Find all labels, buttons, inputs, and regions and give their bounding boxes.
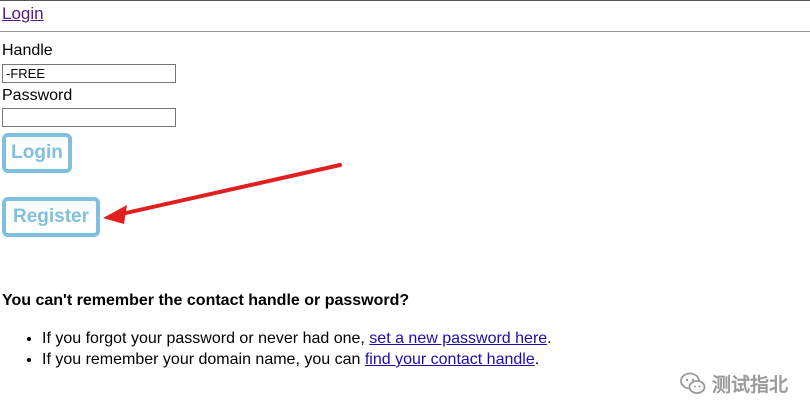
arrow-shaft: [115, 163, 342, 217]
watermark-text: 测试指北: [711, 374, 788, 396]
find-contact-handle-link[interactable]: find your contact handle: [365, 351, 535, 368]
handle-label: Handle: [2, 42, 53, 59]
list-item: If you remember your domain name, you ca…: [42, 349, 552, 370]
wechat-icon: [680, 372, 706, 394]
handle-input[interactable]: [2, 64, 176, 83]
help-item-suffix: .: [534, 351, 540, 368]
divider: [0, 31, 810, 32]
login-link[interactable]: Login: [2, 4, 44, 24]
help-item-text: If you forgot your password or never had…: [42, 330, 370, 347]
help-heading: You can't remember the contact handle or…: [2, 292, 410, 309]
top-border: [0, 0, 810, 1]
set-new-password-link[interactable]: set a new password here: [369, 330, 547, 347]
password-input[interactable]: [2, 108, 176, 127]
help-item-text: If you remember your domain name, you ca…: [42, 351, 365, 368]
help-item-suffix: .: [547, 330, 552, 347]
page: Login Handle Password Login Register You…: [0, 0, 810, 420]
annotation-arrow: [103, 163, 342, 224]
watermark: 测试指北: [680, 370, 788, 397]
list-item: If you forgot your password or never had…: [42, 328, 552, 349]
register-button[interactable]: Register: [2, 197, 100, 237]
login-button[interactable]: Login: [2, 133, 72, 173]
help-list: If you forgot your password or never had…: [2, 328, 552, 370]
arrow-head: [103, 205, 127, 224]
password-label: Password: [2, 87, 73, 104]
